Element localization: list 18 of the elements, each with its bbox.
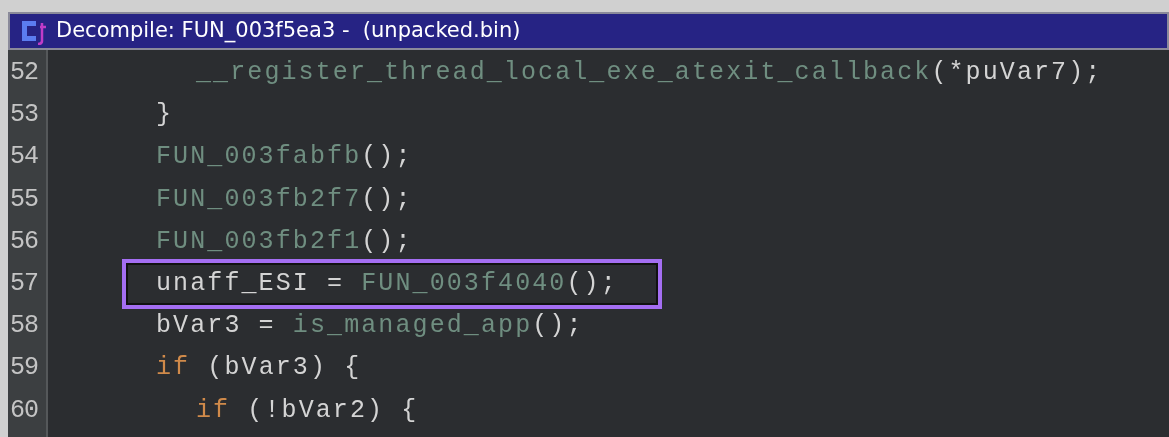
line-number: 52 — [9, 57, 39, 89]
code-line: FUN_003fb2f1(); — [156, 225, 413, 258]
code-line: if (!bVar2) { — [196, 394, 419, 427]
line-number: 56 — [9, 225, 39, 258]
line-number: 59 — [9, 352, 39, 385]
code-line: bVar3 = is_managed_app(); — [156, 310, 584, 343]
line-number: 60 — [9, 394, 39, 427]
line-number: 54 — [9, 141, 39, 174]
window-title: Decompile: FUN_003f5ea3 - (unpacked.bin) — [56, 17, 521, 45]
code-line: FUN_003fb2f7(); — [156, 183, 413, 216]
line-number: 55 — [9, 183, 39, 216]
line-number: 57 — [9, 267, 39, 300]
line-number: 58 — [9, 310, 39, 343]
line-number: 53 — [9, 99, 39, 132]
code-line: FUN_003fabfb(); — [156, 141, 413, 174]
code-line: } — [156, 99, 174, 132]
code-line: if (bVar3) { — [156, 352, 362, 385]
code-line: __register_thread_local_exe_atexit_callback(*puVar7); — [196, 57, 1103, 89]
